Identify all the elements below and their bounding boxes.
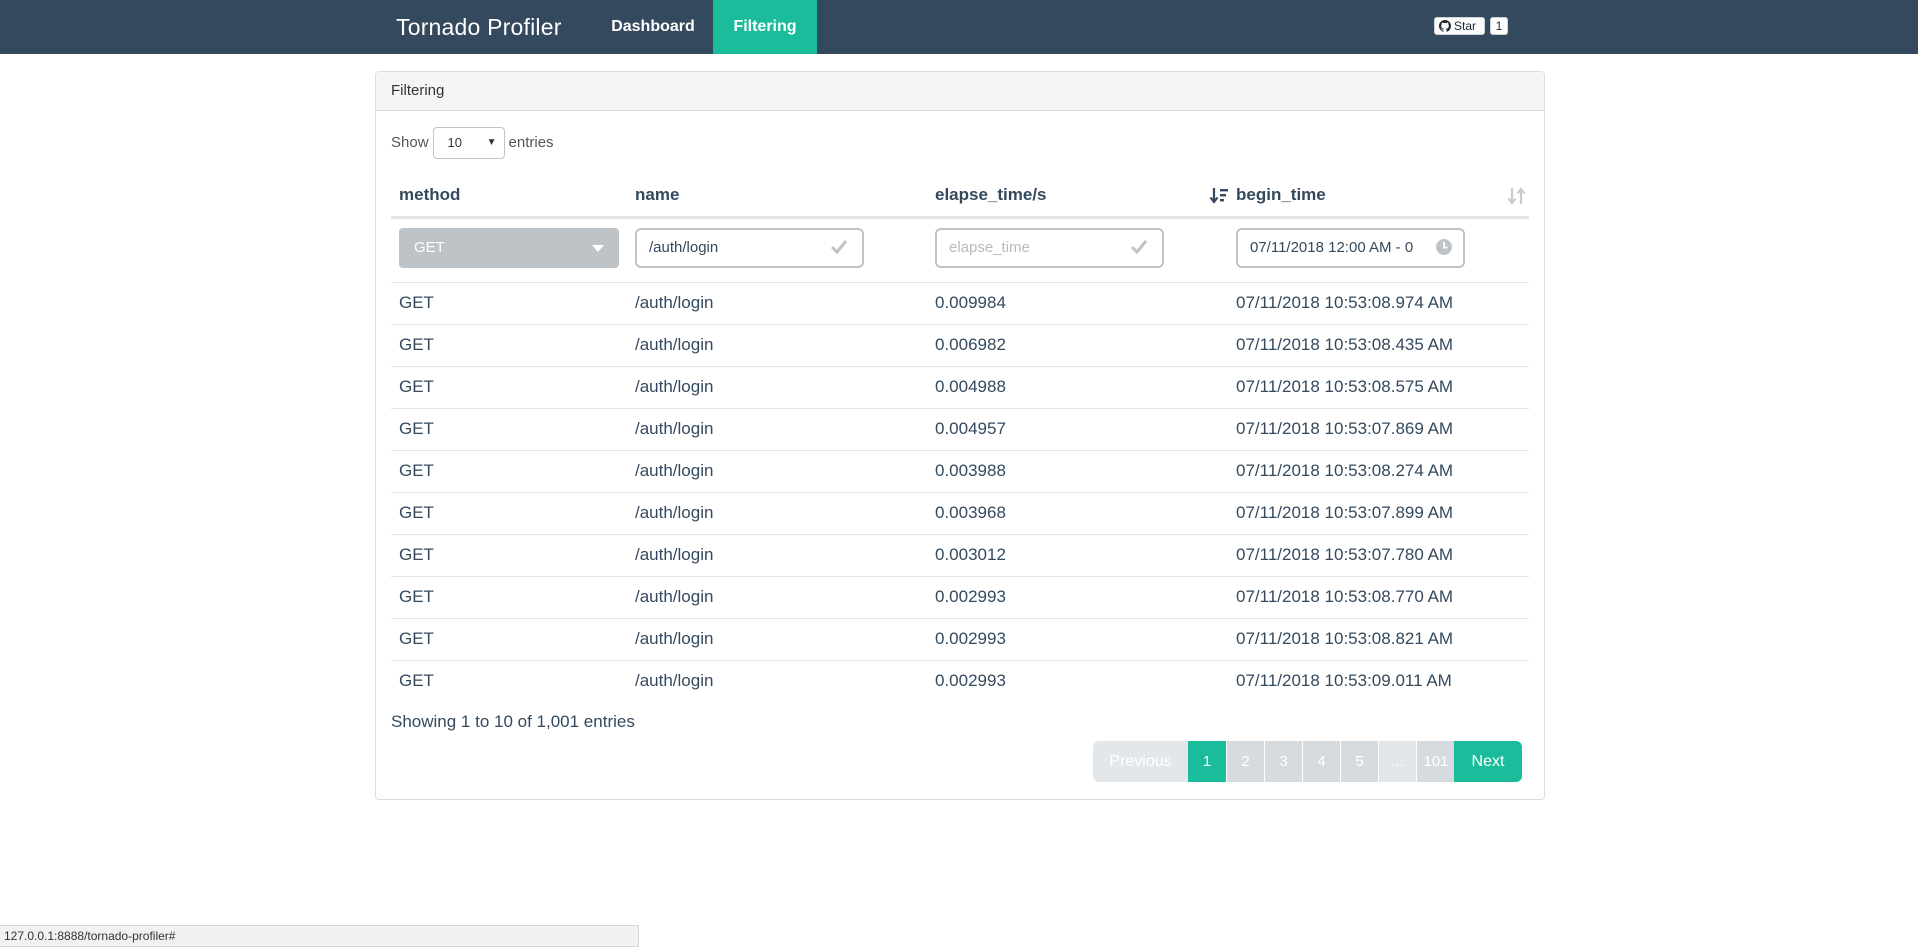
- cell-begin-time: 07/11/2018 10:53:08.974 AM: [1236, 293, 1454, 312]
- table-row[interactable]: GET /auth/login 0.009984 07/11/2018 10:5…: [391, 283, 1529, 325]
- column-header-elapse-time[interactable]: elapse_time/s: [935, 174, 1047, 216]
- cell-elapse-time: 0.002993: [935, 587, 1006, 606]
- cell-begin-time: 07/11/2018 10:53:07.780 AM: [1236, 545, 1454, 564]
- column-header-name[interactable]: name: [635, 174, 679, 216]
- cell-elapse-time: 0.003012: [935, 545, 1006, 564]
- cell-method: GET: [399, 587, 434, 606]
- cell-name: /auth/login: [635, 377, 714, 396]
- cell-method: GET: [399, 377, 434, 396]
- cell-elapse-time: 0.004957: [935, 419, 1006, 438]
- cell-name: /auth/login: [635, 545, 714, 564]
- github-star-count[interactable]: 1: [1490, 17, 1508, 35]
- pagination-ellipsis: …: [1378, 741, 1416, 782]
- entries-length-control: Show 10 ▼ entries: [391, 126, 554, 160]
- dropdown-triangle-icon: [592, 245, 604, 252]
- cell-elapse-time: 0.003968: [935, 503, 1006, 522]
- cell-method: GET: [399, 671, 434, 690]
- star-label: Star: [1454, 19, 1477, 33]
- show-label: Show: [391, 134, 429, 151]
- cell-method: GET: [399, 461, 434, 480]
- column-header-method[interactable]: method: [399, 174, 460, 216]
- pagination-page-1[interactable]: 1: [1188, 741, 1226, 782]
- cell-begin-time: 07/11/2018 10:53:08.821 AM: [1236, 629, 1454, 648]
- cell-begin-time: 07/11/2018 10:53:09.011 AM: [1236, 671, 1452, 690]
- cell-method: GET: [399, 419, 434, 438]
- cell-elapse-time: 0.009984: [935, 293, 1006, 312]
- cell-name: /auth/login: [635, 419, 714, 438]
- cell-method: GET: [399, 293, 434, 312]
- name-filter-input[interactable]: /auth/login: [635, 228, 864, 268]
- nav-filtering[interactable]: Filtering: [713, 0, 817, 54]
- column-header-begin-time[interactable]: begin_time: [1236, 174, 1326, 216]
- table-row[interactable]: GET /auth/login 0.004988 07/11/2018 10:5…: [391, 367, 1529, 409]
- entries-per-page-value: 10: [447, 135, 462, 151]
- table-row[interactable]: GET /auth/login 0.006982 07/11/2018 10:5…: [391, 325, 1529, 367]
- pagination-page-3[interactable]: 3: [1264, 741, 1302, 782]
- elapse-time-filter-input[interactable]: elapse_time: [935, 228, 1164, 268]
- cell-elapse-time: 0.004988: [935, 377, 1006, 396]
- cell-name: /auth/login: [635, 587, 714, 606]
- cell-name: /auth/login: [635, 629, 714, 648]
- browser-status-url: 127.0.0.1:8888/tornado-profiler#: [0, 925, 639, 947]
- cell-elapse-time: 0.003988: [935, 461, 1006, 480]
- cell-name: /auth/login: [635, 293, 714, 312]
- cell-elapse-time: 0.002993: [935, 671, 1006, 690]
- caret-down-icon: ▼: [486, 137, 497, 149]
- github-star-button[interactable]: Star: [1434, 17, 1485, 35]
- cell-begin-time: 07/11/2018 10:53:08.770 AM: [1236, 587, 1454, 606]
- table-row[interactable]: GET /auth/login 0.002993 07/11/2018 10:5…: [391, 577, 1529, 619]
- check-icon: [830, 240, 848, 255]
- table-header: method name elapse_time/s begin_time: [391, 174, 1529, 219]
- method-filter-select[interactable]: GET: [399, 228, 619, 268]
- table-row[interactable]: GET /auth/login 0.002993 07/11/2018 10:5…: [391, 661, 1529, 702]
- pagination-page-101[interactable]: 101: [1416, 741, 1455, 782]
- cell-method: GET: [399, 545, 434, 564]
- table-row[interactable]: GET /auth/login 0.003968 07/11/2018 10:5…: [391, 493, 1529, 535]
- github-icon: [1439, 20, 1451, 32]
- table-row[interactable]: GET /auth/login 0.004957 07/11/2018 10:5…: [391, 409, 1529, 451]
- check-icon: [1130, 240, 1148, 255]
- cell-begin-time: 07/11/2018 10:53:07.869 AM: [1236, 419, 1454, 438]
- entries-label: entries: [508, 134, 554, 151]
- cell-begin-time: 07/11/2018 10:53:08.575 AM: [1236, 377, 1454, 396]
- sort-both-icon[interactable]: [1507, 186, 1527, 206]
- entries-per-page-select[interactable]: 10 ▼: [432, 127, 505, 160]
- begin-time-filter-input[interactable]: 07/11/2018 12:00 AM - 0: [1236, 228, 1465, 268]
- cell-begin-time: 07/11/2018 10:53:08.435 AM: [1236, 335, 1454, 354]
- name-filter-value: /auth/login: [649, 239, 719, 256]
- table-row[interactable]: GET /auth/login 0.003988 07/11/2018 10:5…: [391, 451, 1529, 493]
- pagination-page-2[interactable]: 2: [1226, 741, 1264, 782]
- filter-row: GET /auth/login elapse_time 07/11/2018 1…: [391, 219, 1529, 283]
- method-filter-value: GET: [414, 239, 445, 256]
- cell-elapse-time: 0.002993: [935, 629, 1006, 648]
- filtering-panel: Filtering Show 10 ▼ entries method name ela…: [375, 71, 1545, 800]
- table-row[interactable]: GET /auth/login 0.003012 07/11/2018 10:5…: [391, 535, 1529, 577]
- sort-descending-icon[interactable]: [1209, 186, 1229, 206]
- brand-title[interactable]: Tornado Profiler: [396, 0, 562, 54]
- cell-method: GET: [399, 335, 434, 354]
- pagination-page-5[interactable]: 5: [1340, 741, 1378, 782]
- table-info: Showing 1 to 10 of 1,001 entries: [391, 712, 635, 731]
- elapse-time-placeholder: elapse_time: [949, 239, 1030, 256]
- cell-elapse-time: 0.006982: [935, 335, 1006, 354]
- begin-time-filter-value: 07/11/2018 12:00 AM - 0: [1250, 239, 1414, 256]
- cell-name: /auth/login: [635, 461, 714, 480]
- cell-name: /auth/login: [635, 503, 714, 522]
- table-row[interactable]: GET /auth/login 0.002993 07/11/2018 10:5…: [391, 619, 1529, 661]
- cell-name: /auth/login: [635, 671, 714, 690]
- pagination-previous[interactable]: Previous: [1093, 741, 1188, 782]
- nav-dashboard[interactable]: Dashboard: [600, 0, 706, 54]
- pagination-page-4[interactable]: 4: [1302, 741, 1340, 782]
- top-navbar: Tornado Profiler Dashboard Filtering Sta…: [0, 0, 1918, 54]
- panel-title: Filtering: [376, 72, 1544, 111]
- cell-begin-time: 07/11/2018 10:53:08.274 AM: [1236, 461, 1454, 480]
- cell-method: GET: [399, 503, 434, 522]
- pagination-next[interactable]: Next: [1454, 741, 1522, 782]
- cell-begin-time: 07/11/2018 10:53:07.899 AM: [1236, 503, 1454, 522]
- clock-icon: [1435, 238, 1453, 256]
- cell-name: /auth/login: [635, 335, 714, 354]
- cell-method: GET: [399, 629, 434, 648]
